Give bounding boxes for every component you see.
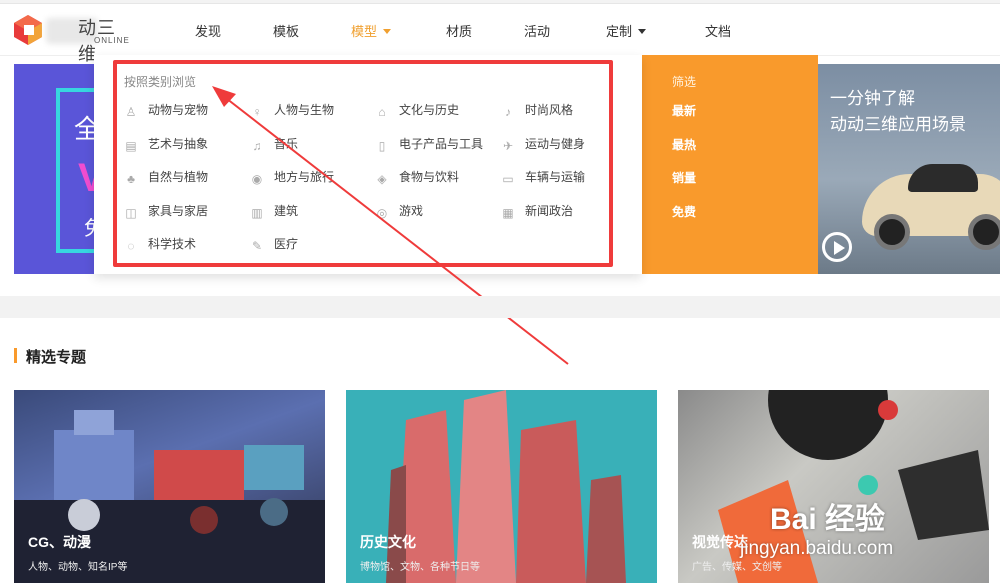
filter-free[interactable]: 免费 (672, 203, 696, 220)
nav-models-label: 模型 (351, 24, 378, 39)
filter-panel: 筛选 最新 最热 销量 免费 (642, 55, 818, 274)
annotation-box (113, 60, 613, 267)
nav-discover[interactable]: 发现 (195, 21, 221, 40)
filter-hottest[interactable]: 最热 (672, 136, 696, 153)
nav-materials[interactable]: 材质 (446, 21, 472, 40)
section-title: 精选专题 (14, 346, 86, 367)
car-wheel (968, 214, 1000, 250)
nav-docs[interactable]: 文档 (705, 21, 731, 40)
nav-events[interactable]: 活动 (524, 21, 550, 40)
topic-card-cg[interactable]: CG、动漫 人物、动物、知名IP等 (14, 390, 325, 583)
chevron-down-icon (638, 29, 647, 34)
promo-line1: 一分钟了解 (830, 89, 915, 108)
chevron-down-icon (383, 29, 392, 34)
play-icon[interactable] (822, 232, 852, 262)
header: 动三维 ONLINE 发现 模板 模型 材质 活动 定制 文档 (0, 4, 1000, 64)
card-subtitle: 人物、动物、知名IP等 (28, 562, 128, 573)
watermark-url: jingyan.baidu.com (740, 538, 894, 559)
main-nav: 发现 模板 模型 材质 活动 定制 文档 (0, 4, 1000, 56)
filter-sales[interactable]: 销量 (672, 169, 696, 186)
nav-custom-label: 定制 (606, 24, 633, 39)
topic-card-history[interactable]: 历史文化 博物馆、文物、各种节日等 (346, 390, 657, 583)
filter-newest[interactable]: 最新 (672, 102, 696, 119)
robot-illustration (14, 410, 325, 583)
watermark-logo: Bai 经验 (770, 503, 886, 536)
car-window (908, 164, 978, 192)
nav-templates[interactable]: 模板 (273, 21, 299, 40)
section-divider (0, 296, 1000, 318)
promo-video-banner[interactable]: 一分钟了解 动动三维应用场景 (818, 64, 1000, 274)
filter-title: 筛选 (672, 75, 697, 89)
promo-line2: 动动三维应用场景 (830, 115, 966, 134)
card-subtitle: 广告、传媒、文创等 (692, 562, 782, 573)
card-caption: CG、动漫 (28, 534, 91, 550)
nav-models[interactable]: 模型 (351, 21, 392, 40)
card-subtitle: 博物馆、文物、各种节日等 (360, 562, 480, 573)
car-wheel (874, 214, 910, 250)
nav-custom[interactable]: 定制 (606, 21, 647, 40)
building-illustration (386, 390, 626, 583)
card-caption: 历史文化 (360, 534, 416, 550)
